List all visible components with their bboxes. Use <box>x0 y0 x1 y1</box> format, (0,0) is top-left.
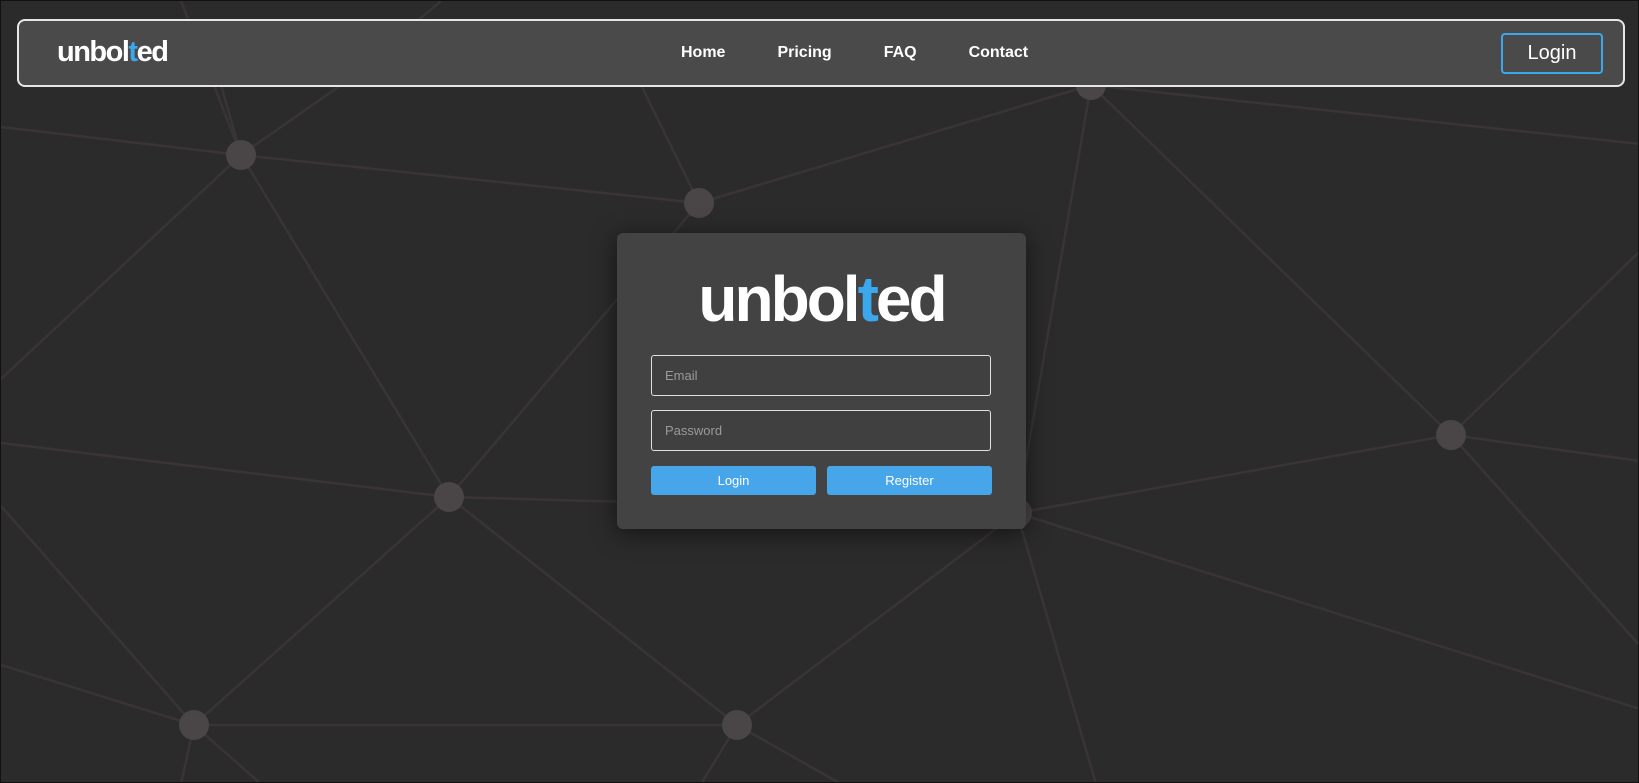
email-field[interactable] <box>651 355 991 396</box>
login-button[interactable]: Login <box>651 466 816 495</box>
card-logo-prefix: unbol <box>698 263 860 335</box>
register-button[interactable]: Register <box>827 466 992 495</box>
login-card: unbolted Login Register <box>617 233 1026 529</box>
page: unbolted Home Pricing FAQ Contact Login … <box>0 0 1639 783</box>
nav-link-contact[interactable]: Contact <box>969 44 1029 62</box>
card-logo-suffix: ed <box>875 263 948 335</box>
card-logo-accent-letter: t <box>857 263 879 335</box>
nav-links: Home Pricing FAQ Contact <box>681 21 1080 85</box>
logo-text-suffix: ed <box>136 36 169 68</box>
nav-link-home[interactable]: Home <box>681 44 725 62</box>
nav-link-faq[interactable]: FAQ <box>884 44 917 62</box>
top-navbar: unbolted Home Pricing FAQ Contact Login <box>17 19 1625 87</box>
card-logo: unbolted <box>617 267 1026 331</box>
logo-text-prefix: unbol <box>57 36 130 68</box>
password-field[interactable] <box>651 410 991 451</box>
nav-link-pricing[interactable]: Pricing <box>777 44 831 62</box>
navbar-logo[interactable]: unbolted <box>57 35 169 69</box>
logo-accent-letter: t <box>128 36 138 68</box>
navbar-login-button[interactable]: Login <box>1501 33 1603 74</box>
